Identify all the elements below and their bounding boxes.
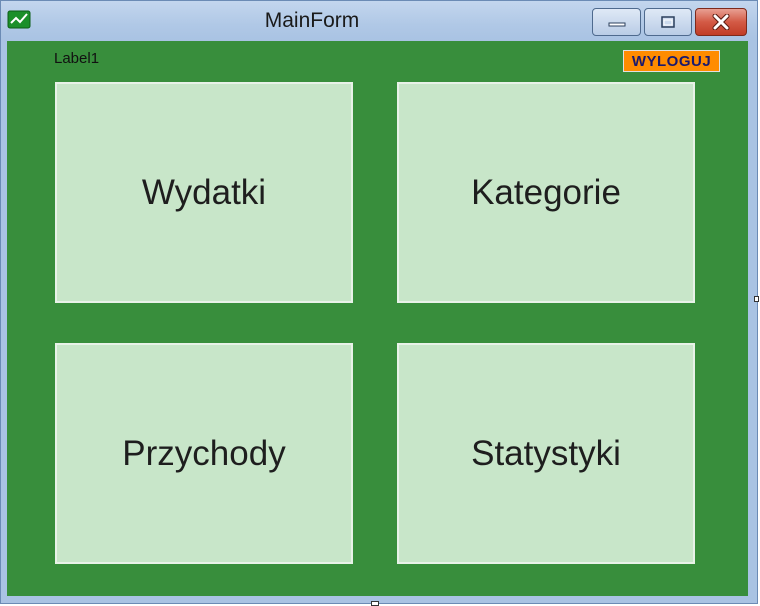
close-icon: [712, 14, 730, 30]
statistics-button[interactable]: Statystyki: [397, 343, 695, 564]
title-bar[interactable]: MainForm: [1, 1, 757, 41]
label1: Label1: [54, 50, 100, 67]
minimize-button[interactable]: [592, 8, 641, 36]
resize-handle-bottom[interactable]: [371, 601, 379, 606]
maximize-button[interactable]: [644, 8, 692, 36]
expenses-button[interactable]: Wydatki: [55, 82, 353, 303]
income-button[interactable]: Przychody: [55, 343, 353, 564]
minimize-icon: [608, 22, 625, 27]
logout-button[interactable]: WYLOGUJ: [623, 50, 720, 72]
form-client-area: Label1 WYLOGUJ Wydatki Kategorie Przycho…: [7, 41, 748, 596]
resize-handle-right[interactable]: [754, 296, 759, 302]
categories-button[interactable]: Kategorie: [397, 82, 695, 303]
main-window: MainForm Label1 WYLOGUJ Wydatki Kategori…: [0, 0, 758, 604]
close-button[interactable]: [695, 8, 747, 36]
maximize-icon: [661, 16, 675, 28]
window-title: MainForm: [264, 9, 360, 32]
